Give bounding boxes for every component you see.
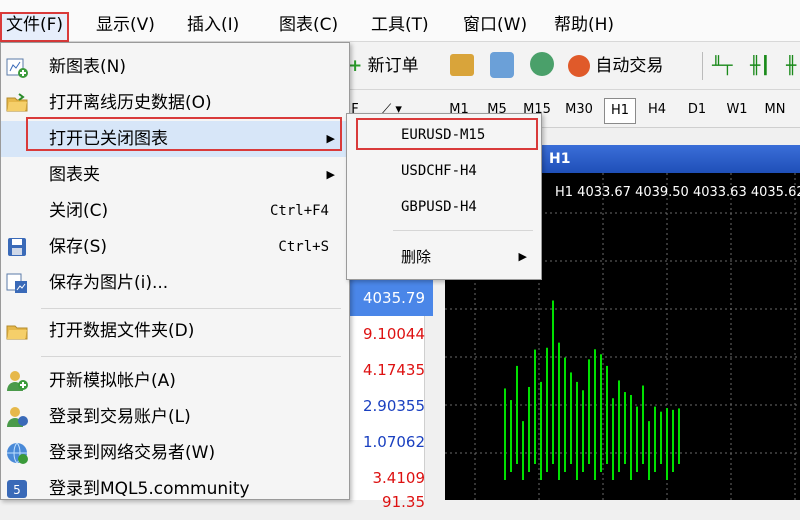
menu-item-open-offline[interactable]: 打开离线历史数据(O) — [1, 85, 349, 121]
tf-h1[interactable]: H1 — [604, 98, 636, 124]
candlestick-icon[interactable]: ╫┃ — [750, 50, 770, 82]
menu-item-label: 登录到网络交易者(W) — [49, 443, 216, 463]
menu-item-label: 登录到交易账户(L) — [49, 407, 191, 427]
broadcast-icon[interactable] — [530, 52, 554, 76]
menu-item-shortcut: Ctrl+S — [278, 239, 329, 255]
menu-item-label: 新图表(N) — [49, 57, 126, 77]
login-icon — [7, 407, 28, 427]
menu-item-profiles[interactable]: 图表夹 ▶ — [1, 157, 349, 193]
market-icon[interactable] — [450, 54, 474, 76]
price-row[interactable]: 4.17435 — [340, 352, 433, 388]
toolbar-separator — [702, 52, 703, 80]
bar-chart-icon[interactable]: ╨┬ — [712, 50, 732, 82]
menu-item-login-web-trader[interactable]: 登录到网络交易者(W) — [1, 435, 349, 471]
menu-separator — [41, 356, 341, 357]
highlight-box — [26, 117, 342, 151]
tf-d1[interactable]: D1 — [682, 98, 712, 122]
toolbar: + 新订单 自动交易 ╨┬ ╫┃ ╫ — [340, 42, 800, 90]
svg-text:5: 5 — [13, 483, 21, 497]
price-row[interactable]: 91.35 — [340, 484, 433, 520]
save-icon — [8, 238, 26, 256]
price-row[interactable]: 4035.79 — [340, 280, 433, 316]
submenu-item-usdchf[interactable]: USDCHF-H4 — [347, 154, 541, 188]
menu-view[interactable]: 显示(V) — [92, 12, 159, 38]
submenu-item-label: USDCHF-H4 — [401, 163, 477, 179]
menu-insert[interactable]: 插入(I) — [183, 12, 243, 38]
menu-item-label: 图表夹 — [49, 165, 100, 185]
plus-icon: + — [348, 56, 363, 76]
menu-item-new-chart[interactable]: 新图表(N) — [1, 49, 349, 85]
open-folder-icon — [6, 93, 28, 112]
open-folder-icon — [6, 325, 28, 340]
menu-charts[interactable]: 图表(C) — [275, 12, 342, 38]
tf-h4[interactable]: H4 — [642, 98, 672, 122]
auto-trading-icon — [568, 55, 590, 77]
submenu-arrow-icon: ▶ — [518, 250, 527, 263]
mql5-icon: 5 — [7, 480, 27, 498]
new-order-button[interactable]: + 新订单 — [348, 50, 419, 82]
price-row[interactable]: 1.07062 — [340, 424, 433, 460]
chart-ohlc-info: H1 4033.67 4039.50 4033.63 4035.62 — [555, 185, 800, 200]
file-menu: 新图表(N) 打开离线历史数据(O) 打开已关闭图表 ▶ 图表夹 ▶ 关闭(C)… — [0, 42, 350, 500]
auto-trading-button[interactable]: 自动交易 — [568, 50, 663, 82]
submenu-arrow-icon: ▶ — [326, 168, 335, 181]
tf-m30[interactable]: M30 — [562, 98, 596, 122]
price-row[interactable]: 2.90355 — [340, 388, 433, 424]
menu-item-close[interactable]: 关闭(C) Ctrl+F4 — [1, 193, 349, 229]
signals-icon[interactable] — [490, 52, 514, 78]
submenu-item-label: 删除 — [401, 248, 432, 266]
tf-mn[interactable]: MN — [760, 98, 790, 122]
tf-w1[interactable]: W1 — [722, 98, 752, 122]
menu-item-label: 保存为图片(i)... — [49, 273, 169, 293]
price-row[interactable]: 9.10044 — [340, 316, 433, 352]
new-order-label: 新订单 — [367, 56, 419, 76]
submenu-item-delete[interactable]: 删除 ▶ — [347, 240, 541, 274]
menu-window[interactable]: 窗口(W) — [459, 12, 531, 38]
submenu-highlight-box — [356, 118, 538, 150]
menu-tools[interactable]: 工具(T) — [367, 12, 433, 38]
auto-trading-label: 自动交易 — [595, 56, 664, 76]
menu-item-label: 保存(S) — [49, 237, 108, 257]
menu-file[interactable]: 文件(F) — [0, 12, 70, 42]
menu-item-open-data-folder[interactable]: 打开数据文件夹(D) — [1, 313, 349, 349]
save-picture-icon — [6, 273, 27, 293]
market-watch: 4035.79 9.10044 4.17435 2.90355 1.07062 … — [340, 270, 433, 511]
menu-item-label: 开新模拟帐户(A) — [49, 371, 176, 391]
demo-account-icon — [7, 371, 28, 391]
line-chart-icon[interactable]: ╫ — [786, 50, 796, 82]
web-trader-icon — [7, 442, 28, 464]
menu-separator — [41, 308, 341, 309]
menu-item-save-as-picture[interactable]: 保存为图片(i)... — [1, 265, 349, 301]
menu-item-login-mql5[interactable]: 5 登录到MQL5.community — [1, 471, 349, 507]
menu-item-label: 登录到MQL5.community — [49, 479, 250, 499]
menu-item-open-demo-account[interactable]: 开新模拟帐户(A) — [1, 363, 349, 399]
menu-help[interactable]: 帮助(H) — [550, 12, 618, 38]
menu-item-label: 打开数据文件夹(D) — [49, 321, 195, 341]
menu-item-shortcut: Ctrl+F4 — [269, 203, 329, 219]
menu-item-label: 打开离线历史数据(O) — [49, 93, 212, 113]
menu-item-login-trade-account[interactable]: 登录到交易账户(L) — [1, 399, 349, 435]
submenu-separator — [393, 230, 533, 231]
submenu-item-label: GBPUSD-H4 — [401, 199, 477, 215]
menu-bar: 文件(F) 显示(V) 插入(I) 图表(C) 工具(T) 窗口(W) 帮助(H… — [0, 0, 800, 42]
submenu-item-gbpusd[interactable]: GBPUSD-H4 — [347, 190, 541, 224]
new-chart-icon — [6, 58, 28, 78]
menu-item-label: 关闭(C) — [49, 201, 109, 221]
menu-item-save[interactable]: 保存(S) Ctrl+S — [1, 229, 349, 265]
